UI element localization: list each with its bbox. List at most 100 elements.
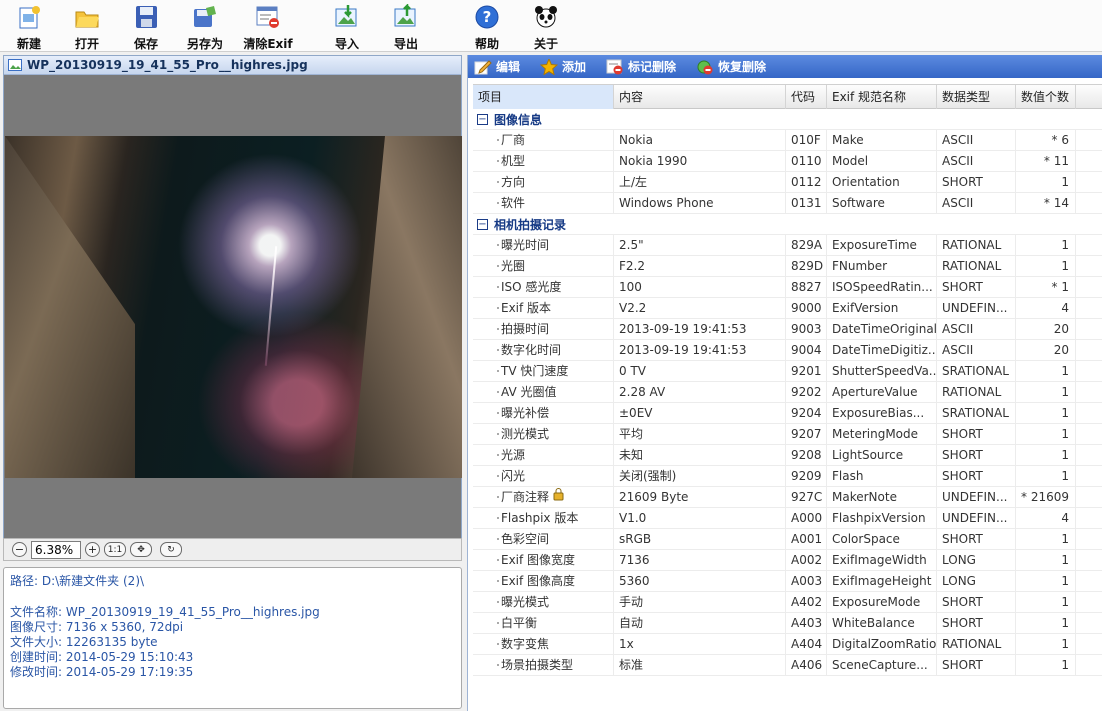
about-button[interactable]: 关于 [521, 2, 571, 51]
zoom-in-button[interactable]: + [85, 542, 100, 557]
new-button[interactable]: 新建 [4, 2, 54, 51]
table-row[interactable]: 厂商 Nokia 010F Make ASCII * 6 [473, 130, 1102, 151]
table-row[interactable]: 数字化时间 2013-09-19 19:41:53 9004 DateTimeDigi… [473, 340, 1102, 361]
photo-building-right [352, 136, 462, 478]
cell-data-type: ASCII [937, 151, 1016, 172]
help-button[interactable]: ? 帮助 [462, 2, 512, 51]
cell-value-count: 1 [1016, 361, 1076, 382]
table-row[interactable]: 曝光时间 2.5" 829A ExposureTime RATIONAL 1 [473, 235, 1102, 256]
cell-exif-name-text: ShutterSpeedVa... [832, 364, 937, 378]
cell-data-type-text: UNDEFIN... [942, 511, 1008, 525]
table-row[interactable]: 闪光 关闭(强制) 9209 Flash SHORT 1 [473, 466, 1102, 487]
cell-code-text: A003 [791, 574, 823, 588]
cell-code-text: 829D [791, 259, 824, 273]
table-row[interactable]: 光源 未知 9208 LightSource SHORT 1 [473, 445, 1102, 466]
cell-value-count-text: 4 [1061, 301, 1069, 315]
cell-content-text: Nokia [619, 133, 653, 147]
column-header-exif-name[interactable]: Exif 规范名称 [827, 85, 937, 109]
cell-data-type: ASCII [937, 319, 1016, 340]
table-row[interactable]: 方向 上/左 0112 Orientation SHORT 1 [473, 172, 1102, 193]
cell-data-type: RATIONAL [937, 256, 1016, 277]
created-time: 创建时间: 2014-05-29 15:10:43 [10, 650, 194, 664]
table-row[interactable]: 曝光补偿 ±0EV 9204 ExposureBias... SRATIONAL 1 [473, 403, 1102, 424]
table-row[interactable]: ISO 感光度 100 8827 ISOSpeedRatin... SHORT * 1 [473, 277, 1102, 298]
cell-data-type-text: ASCII [942, 196, 974, 210]
cell-exif-name: DateTimeDigitiz... [827, 340, 937, 361]
open-button[interactable]: 打开 [62, 2, 112, 51]
table-row[interactable]: 色彩空间 sRGB A001 ColorSpace SHORT 1 [473, 529, 1102, 550]
cell-value-count: * 1 [1016, 277, 1076, 298]
table-row[interactable]: TV 快门速度 0 TV 9201 ShutterSpeedVa... SRATIONA… [473, 361, 1102, 382]
add-button[interactable]: 添加 [539, 57, 586, 76]
save-as-button[interactable]: 另存为 [180, 2, 230, 51]
collapse-icon[interactable]: − [477, 114, 488, 125]
cell-content-text: ±0EV [619, 406, 653, 420]
import-button[interactable]: 导入 [322, 2, 372, 51]
table-row[interactable]: 测光模式 平均 9207 MeteringMode SHORT 1 [473, 424, 1102, 445]
restore-delete-button[interactable]: 恢复删除 [696, 58, 766, 75]
cell-item-text: 光圈 [501, 259, 526, 273]
cell-exif-name-text: DigitalZoomRatio [832, 637, 937, 651]
save-button[interactable]: 保存 [121, 2, 171, 51]
panda-icon [533, 4, 559, 30]
cell-content: 手动 [614, 592, 786, 613]
cell-value-count: 4 [1016, 298, 1076, 319]
cell-item: 白平衡 [473, 613, 614, 634]
cell-value-count-text: 1 [1061, 469, 1069, 483]
mark-delete-button[interactable]: 标记删除 [606, 58, 676, 75]
cell-code-text: 9207 [791, 427, 822, 441]
fit-window-button[interactable]: ✥ [130, 542, 152, 557]
table-row[interactable]: 光圈 F2.2 829D FNumber RATIONAL 1 [473, 256, 1102, 277]
collapse-icon[interactable]: − [477, 219, 488, 230]
cell-content: 7136 [614, 550, 786, 571]
table-row[interactable]: 厂商注释 21609 Byte 927C MakerNote UNDEFIN... * 2… [473, 487, 1102, 508]
column-header-value-count[interactable]: 数值个数 [1016, 85, 1076, 109]
table-row[interactable]: Exif 图像宽度 7136 A002 ExifImageWidth LONG 1 [473, 550, 1102, 571]
rotate-button[interactable]: ↻ [160, 542, 182, 557]
cell-data-type: SHORT [937, 466, 1016, 487]
table-row[interactable]: 软件 Windows Phone 0131 Software ASCII * 14 [473, 193, 1102, 214]
table-row[interactable]: Exif 图像高度 5360 A003 ExifImageHeight LONG 1 [473, 571, 1102, 592]
photo-preview[interactable] [5, 136, 462, 478]
cell-data-type: ASCII [937, 340, 1016, 361]
column-header-item[interactable]: 项目 [473, 85, 614, 109]
cell-code-text: A402 [791, 595, 823, 609]
cell-value-count-text: 1 [1061, 175, 1069, 189]
cell-value-count: 1 [1016, 172, 1076, 193]
group-row[interactable]: − 相机拍摄记录 [473, 214, 1102, 235]
column-header-code[interactable]: 代码 [786, 85, 827, 109]
cell-exif-name: SceneCapture... [827, 655, 937, 676]
table-row[interactable]: 场景拍摄类型 标准 A406 SceneCapture... SHORT 1 [473, 655, 1102, 676]
cell-item: ISO 感光度 [473, 277, 614, 298]
column-header-data-type[interactable]: 数据类型 [937, 85, 1016, 109]
table-row[interactable]: 数字变焦 1x A404 DigitalZoomRatio RATIONAL 1 [473, 634, 1102, 655]
export-button[interactable]: 导出 [381, 2, 431, 51]
cell-data-type: SRATIONAL [937, 361, 1016, 382]
cell-data-type-text: ASCII [942, 133, 974, 147]
cell-value-count: 1 [1016, 256, 1076, 277]
zoom-input[interactable] [31, 540, 81, 559]
cell-exif-name-text: MakerNote [832, 490, 897, 504]
cell-item: Exif 图像高度 [473, 571, 614, 592]
clear-exif-button[interactable]: 清除Exif [240, 2, 296, 51]
table-row[interactable]: 白平衡 自动 A403 WhiteBalance SHORT 1 [473, 613, 1102, 634]
table-row[interactable]: 曝光模式 手动 A402 ExposureMode SHORT 1 [473, 592, 1102, 613]
cell-item: 方向 [473, 172, 614, 193]
actual-size-button[interactable]: 1:1 [104, 542, 126, 557]
cell-data-type-text: UNDEFIN... [942, 301, 1008, 315]
column-header-content[interactable]: 内容 [614, 85, 786, 109]
cell-data-type: SHORT [937, 424, 1016, 445]
table-row[interactable]: 机型 Nokia 1990 0110 Model ASCII * 11 [473, 151, 1102, 172]
group-row[interactable]: − 图像信息 [473, 109, 1102, 130]
table-row[interactable]: 拍摄时间 2013-09-19 19:41:53 9003 DateTimeOrigi… [473, 319, 1102, 340]
cell-exif-name: MakerNote [827, 487, 937, 508]
cell-item: 软件 [473, 193, 614, 214]
cell-value-count: 1 [1016, 592, 1076, 613]
table-row[interactable]: Exif 版本 V2.2 9000 ExifVersion UNDEFIN... 4 [473, 298, 1102, 319]
cell-data-type: SHORT [937, 277, 1016, 298]
table-row[interactable]: Flashpix 版本 V1.0 A000 FlashpixVersion UNDEFI… [473, 508, 1102, 529]
table-row[interactable]: AV 光圈值 2.28 AV 9202 ApertureValue RATIONAL 1 [473, 382, 1102, 403]
zoom-out-button[interactable]: − [12, 542, 27, 557]
export-icon [393, 2, 419, 30]
edit-button[interactable]: 编辑 [474, 58, 520, 75]
